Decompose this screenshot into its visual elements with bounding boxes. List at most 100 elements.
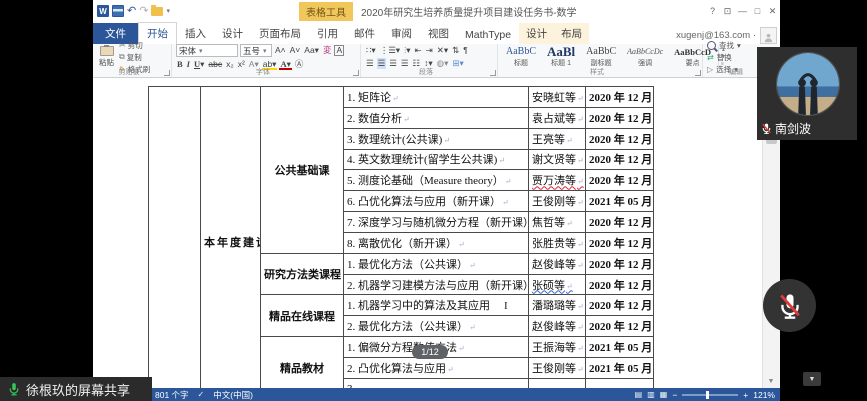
language-indicator[interactable]: 中文(中国)	[213, 389, 253, 401]
participant-name-row: 南剑波	[760, 120, 811, 137]
proofing-icon[interactable]: ✓	[198, 390, 205, 399]
ribbon-options-button[interactable]: ⊡	[720, 3, 735, 19]
zoom-level[interactable]: 121%	[753, 390, 775, 400]
replace-button[interactable]: ⇄替换	[707, 52, 741, 63]
account-avatar[interactable]	[760, 27, 777, 44]
open-folder-icon[interactable]	[151, 7, 163, 16]
help-button[interactable]: ?	[705, 3, 720, 19]
font-group-label: 字体	[172, 67, 354, 77]
font-dialog-launcher[interactable]	[353, 70, 359, 76]
status-bar: 801 个字 ✓ 中文(中国) ▤ ▥ ▦ − + 121%	[93, 388, 780, 401]
read-mode-icon[interactable]: ▤	[635, 390, 643, 399]
numbering-icon[interactable]: ⋮☰▾	[379, 45, 401, 56]
styles-group: AaBbC 标题 AaBl 标题 1 AaBbC 副标题 AaBbCcDc 强调…	[498, 44, 703, 77]
tab-view[interactable]: 视图	[420, 23, 457, 44]
mic-on-icon	[7, 382, 21, 396]
project-table: 本年度建设项目清单 公共基础课 1. 矩阵论↵ 安晓虹等↵ 2020 年 12 …	[148, 86, 654, 388]
copy-button[interactable]: ⧉复制	[119, 52, 150, 63]
clipboard-group: 粘贴 ✂剪切 ⧉复制 ✎格式刷 剪贴板	[93, 44, 172, 77]
tab-insert[interactable]: 插入	[177, 23, 214, 44]
participant-avatar	[776, 52, 840, 116]
ribbon: 粘贴 ✂剪切 ⧉复制 ✎格式刷 剪贴板 宋体▾ 五号▾ A˄ A˅	[93, 44, 780, 78]
decrease-indent-icon[interactable]: ⇤	[413, 45, 422, 56]
ribbon-tab-row: 文件 开始 插入 设计 页面布局 引用 邮件 审阅 视图 MathType 设计…	[93, 22, 780, 44]
zoom-slider-thumb[interactable]	[706, 391, 709, 399]
person-icon	[763, 32, 774, 43]
dropdown-icon: ▾	[199, 47, 203, 55]
minimize-button[interactable]: —	[735, 3, 750, 19]
zoom-out-button[interactable]: −	[672, 390, 677, 400]
participant-tile[interactable]: 南剑波	[757, 47, 857, 140]
page-indicator-badge: 1/12	[412, 345, 448, 359]
font-name-box[interactable]: 宋体▾	[176, 44, 238, 57]
microphone-muted-button[interactable]	[763, 279, 816, 332]
mic-muted-icon	[776, 292, 804, 320]
clipboard-group-label: 剪贴板	[93, 67, 165, 77]
category-cell[interactable]: 精品在线课程	[261, 295, 344, 337]
panel-collapse-arrow[interactable]: ▼	[803, 372, 821, 386]
paragraph-group-label: 段落	[361, 67, 491, 77]
font-size-box[interactable]: 五号▾	[240, 44, 272, 57]
asian-layout-icon[interactable]: ✕▾	[436, 45, 449, 56]
scissors-icon: ✂	[119, 41, 126, 50]
tab-review[interactable]: 审阅	[383, 23, 420, 44]
zoom-in-button[interactable]: +	[743, 390, 748, 400]
tab-mathtype[interactable]: MathType	[457, 26, 519, 44]
find-button[interactable]: 查找 ▾	[707, 40, 741, 51]
tab-design[interactable]: 设计	[214, 23, 251, 44]
undo-icon[interactable]: ↶	[127, 6, 136, 16]
document-page[interactable]: 本年度建设项目清单 公共基础课 1. 矩阵论↵ 安晓虹等↵ 2020 年 12 …	[93, 78, 763, 388]
print-layout-icon[interactable]: ▥	[647, 390, 655, 399]
category-cell[interactable]: 研究方法类课程	[261, 253, 344, 295]
style-title[interactable]: AaBbC 标题	[502, 46, 540, 68]
category-cell[interactable]: 精品教材	[261, 337, 344, 388]
style-heading1[interactable]: AaBl 标题 1	[543, 46, 579, 68]
clipboard-icon	[100, 46, 114, 56]
cut-button[interactable]: ✂剪切	[119, 40, 150, 51]
category-cell[interactable]: 公共基础课	[261, 87, 344, 254]
phonetic-guide-button[interactable]: 変	[322, 45, 333, 56]
title-bar: W ↶ ↷ ▾ 表格工具 2020年研究生培养质量提升项目建设任务书-数学与统计…	[93, 0, 780, 22]
increase-indent-icon[interactable]: ⇥	[425, 45, 434, 56]
scroll-down-icon[interactable]: ▼	[765, 377, 777, 387]
grow-font-button[interactable]: A˄	[274, 45, 287, 56]
redo-icon[interactable]: ↷	[139, 6, 148, 16]
search-icon	[707, 41, 716, 50]
styles-dialog-launcher[interactable]	[695, 70, 701, 76]
document-title: 2020年研究生培养质量提升项目建设任务书-数学与统计学院.doc [兼容模式]…	[361, 4, 576, 19]
style-emphasis[interactable]: AaBbCcDc 强调	[623, 46, 667, 68]
qat-dropdown-icon[interactable]: ▾	[166, 7, 170, 15]
participant-name: 南剑波	[775, 120, 811, 137]
restore-button[interactable]: □	[750, 3, 765, 19]
paragraph-dialog-launcher[interactable]	[490, 70, 496, 76]
table-tools-label: 表格工具	[299, 2, 353, 21]
tab-mailings[interactable]: 邮件	[346, 23, 383, 44]
word-count[interactable]: 801 个字	[155, 389, 189, 401]
tab-page-layout[interactable]: 页面布局	[251, 23, 309, 44]
mic-muted-icon	[760, 122, 773, 135]
style-subtitle[interactable]: AaBbC 副标题	[582, 46, 620, 68]
empty-col-cell[interactable]	[149, 87, 201, 389]
copy-icon: ⧉	[119, 52, 125, 62]
character-border-button[interactable]: A	[334, 45, 344, 56]
tab-table-layout[interactable]: 布局	[554, 23, 589, 44]
change-case-button[interactable]: Aa▾	[303, 45, 320, 56]
multilevel-list-icon[interactable]: ⫶▾	[403, 45, 411, 56]
clipboard-dialog-launcher[interactable]	[164, 70, 170, 76]
quick-access-toolbar: W ↶ ↷ ▾	[97, 5, 170, 17]
paste-button[interactable]: 粘贴	[97, 46, 116, 68]
shrink-font-button[interactable]: A˅	[289, 45, 302, 56]
close-button[interactable]: ✕	[765, 3, 780, 19]
left-label-cell[interactable]: 本年度建设项目清单	[201, 87, 261, 389]
text-cursor: I	[504, 300, 508, 312]
font-group: 宋体▾ 五号▾ A˄ A˅ Aa▾ 変 A B I U▾ abc x₂	[172, 44, 361, 77]
sort-icon[interactable]: ⇅	[451, 45, 460, 56]
save-icon[interactable]	[112, 5, 124, 17]
zoom-slider[interactable]	[682, 394, 738, 396]
tab-table-design[interactable]: 设计	[519, 23, 554, 44]
replace-icon: ⇄	[707, 53, 714, 62]
pilcrow-icon[interactable]: ¶	[462, 45, 469, 56]
tab-references[interactable]: 引用	[309, 23, 346, 44]
bullets-icon[interactable]: ∷▾	[365, 45, 377, 56]
web-layout-icon[interactable]: ▦	[660, 390, 668, 399]
